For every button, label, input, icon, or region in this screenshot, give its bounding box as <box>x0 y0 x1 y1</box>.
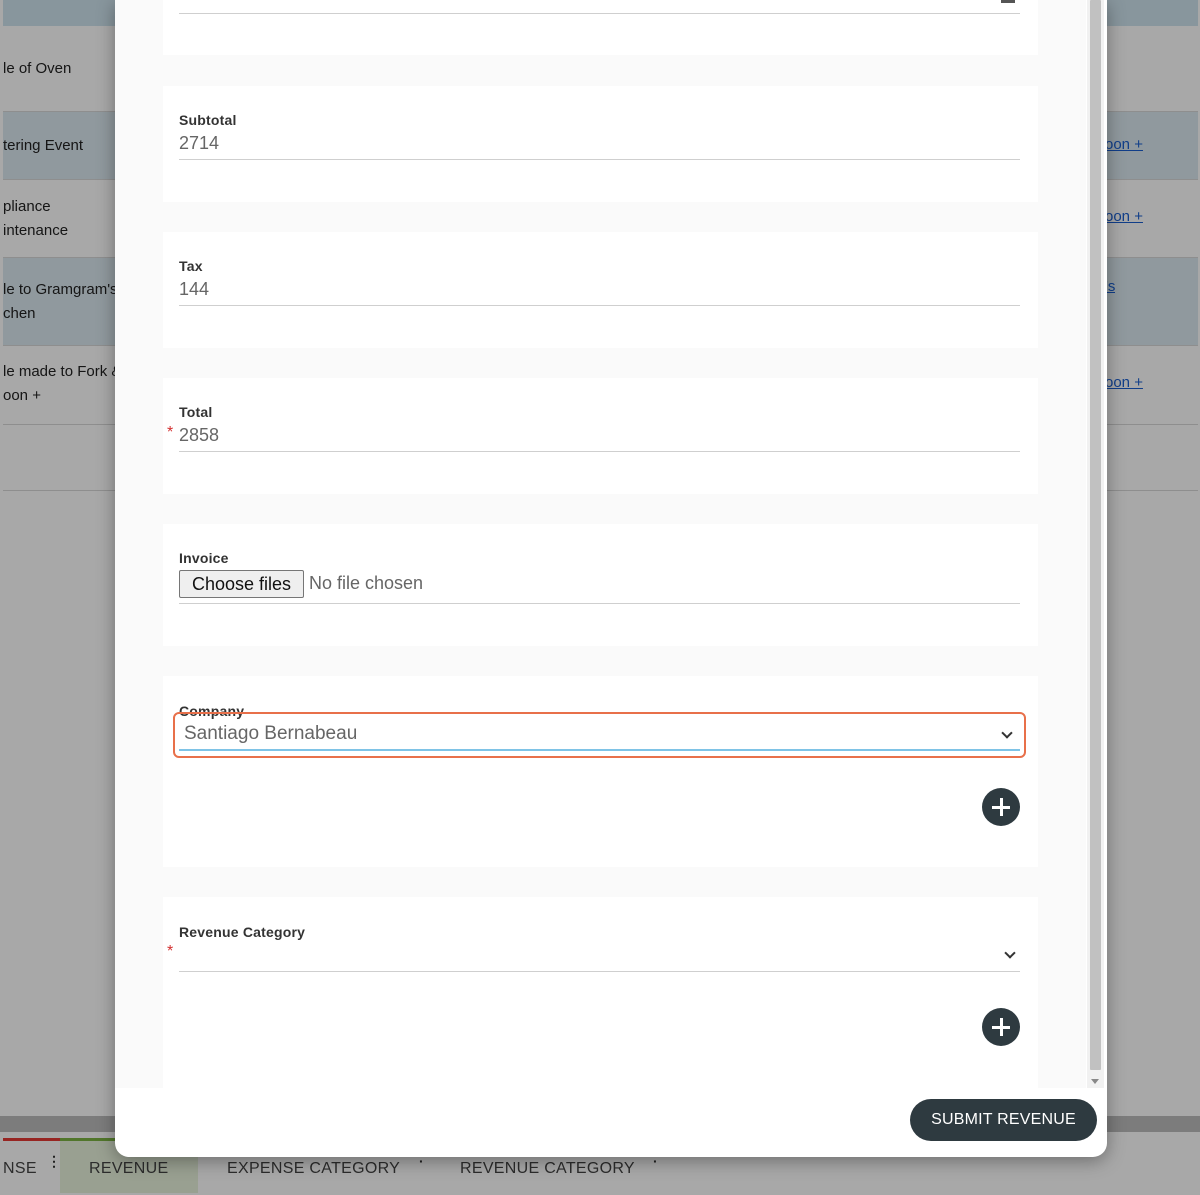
field-underline <box>179 603 1020 604</box>
revenue-category-card: Revenue Category * <box>163 897 1038 1088</box>
subtotal-card: Subtotal 2714 <box>163 86 1038 202</box>
vertical-scrollbar[interactable] <box>1087 0 1104 1088</box>
company-card: Company Santiago Bernabeau <box>163 676 1038 867</box>
total-input[interactable]: 2858 <box>179 425 219 446</box>
add-revenue-modal: Subtotal 2714 Tax 144 Total * 2858 Invoi… <box>115 0 1107 1157</box>
invoice-label: Invoice <box>179 550 229 566</box>
invoice-card: Invoice Choose files No file chosen <box>163 524 1038 646</box>
subtotal-label: Subtotal <box>179 112 237 128</box>
field-underline <box>179 159 1020 160</box>
total-label: Total <box>179 404 213 420</box>
subtotal-input[interactable]: 2714 <box>179 133 219 154</box>
chevron-down-icon <box>1001 727 1013 739</box>
field-underline <box>179 451 1020 452</box>
scroll-down-arrow-icon[interactable] <box>1091 1079 1099 1084</box>
tax-label: Tax <box>179 258 203 274</box>
company-select-value: Santiago Bernabeau <box>184 723 358 744</box>
total-card: Total * 2858 <box>163 378 1038 494</box>
required-asterisk: * <box>167 424 174 441</box>
choose-files-button[interactable]: Choose files <box>179 570 304 598</box>
focus-underline <box>179 749 1020 751</box>
add-revenue-category-button[interactable] <box>982 1008 1020 1046</box>
submit-revenue-button[interactable]: SUBMIT REVENUE <box>910 1099 1097 1141</box>
field-underline <box>179 971 1020 972</box>
tax-card: Tax 144 <box>163 232 1038 348</box>
revenue-category-label: Revenue Category <box>179 924 306 940</box>
add-company-button[interactable] <box>982 788 1020 826</box>
field-underline <box>179 305 1020 306</box>
required-asterisk: * <box>167 943 174 960</box>
field-underline <box>179 13 1020 14</box>
form-card <box>163 0 1038 55</box>
revenue-category-select[interactable] <box>179 941 1020 971</box>
company-select[interactable]: Santiago Bernabeau <box>173 712 1026 758</box>
file-status-text: No file chosen <box>309 573 424 593</box>
modal-scroll-area[interactable]: Subtotal 2714 Tax 144 Total * 2858 Invoi… <box>115 0 1086 1088</box>
chevron-down-icon <box>1004 947 1016 959</box>
partial-icon <box>1001 0 1015 3</box>
scrollbar-thumb[interactable] <box>1090 0 1101 1070</box>
tax-input[interactable]: 144 <box>179 279 209 300</box>
